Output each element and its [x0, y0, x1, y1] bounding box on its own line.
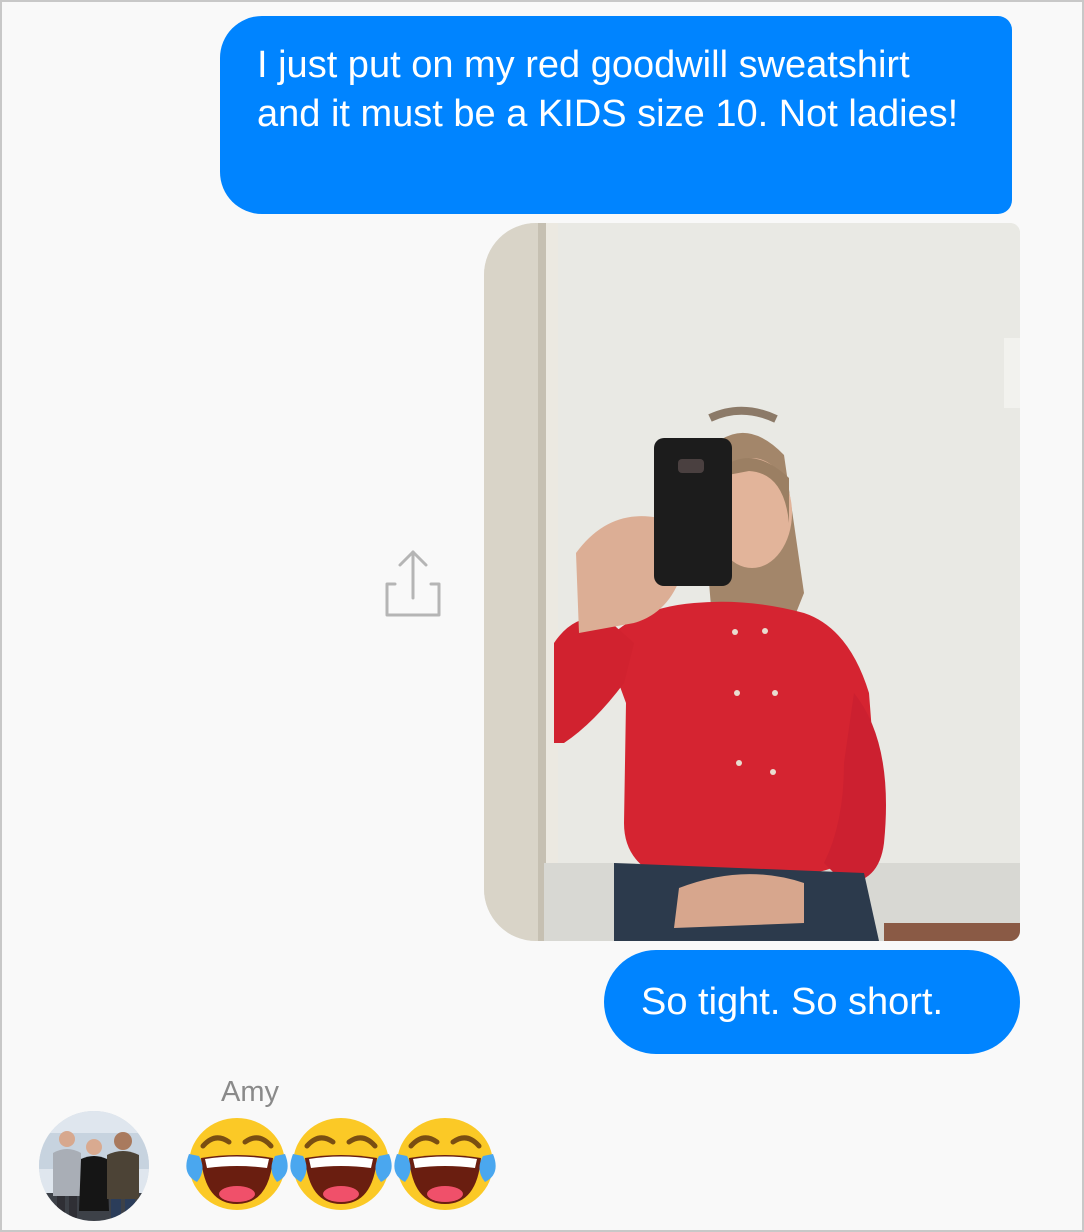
- avatar[interactable]: [39, 1111, 149, 1221]
- mirror-selfie-image: [484, 223, 1020, 941]
- share-icon[interactable]: [382, 548, 444, 618]
- face-with-tears-of-joy-icon: [394, 1118, 496, 1210]
- outgoing-message-bubble-2[interactable]: So tight. So short.: [604, 950, 1020, 1054]
- photo-attachment[interactable]: [484, 223, 1020, 941]
- face-with-tears-of-joy-icon: [186, 1118, 288, 1210]
- conversation-view: I just put on my red goodwill sweatshirt…: [0, 0, 1084, 1232]
- outgoing-message-bubble[interactable]: I just put on my red goodwill sweatshirt…: [220, 16, 1012, 214]
- sender-name: Amy: [221, 1076, 279, 1108]
- face-with-tears-of-joy-icon: [290, 1118, 392, 1210]
- group-photo-image: [39, 1111, 149, 1221]
